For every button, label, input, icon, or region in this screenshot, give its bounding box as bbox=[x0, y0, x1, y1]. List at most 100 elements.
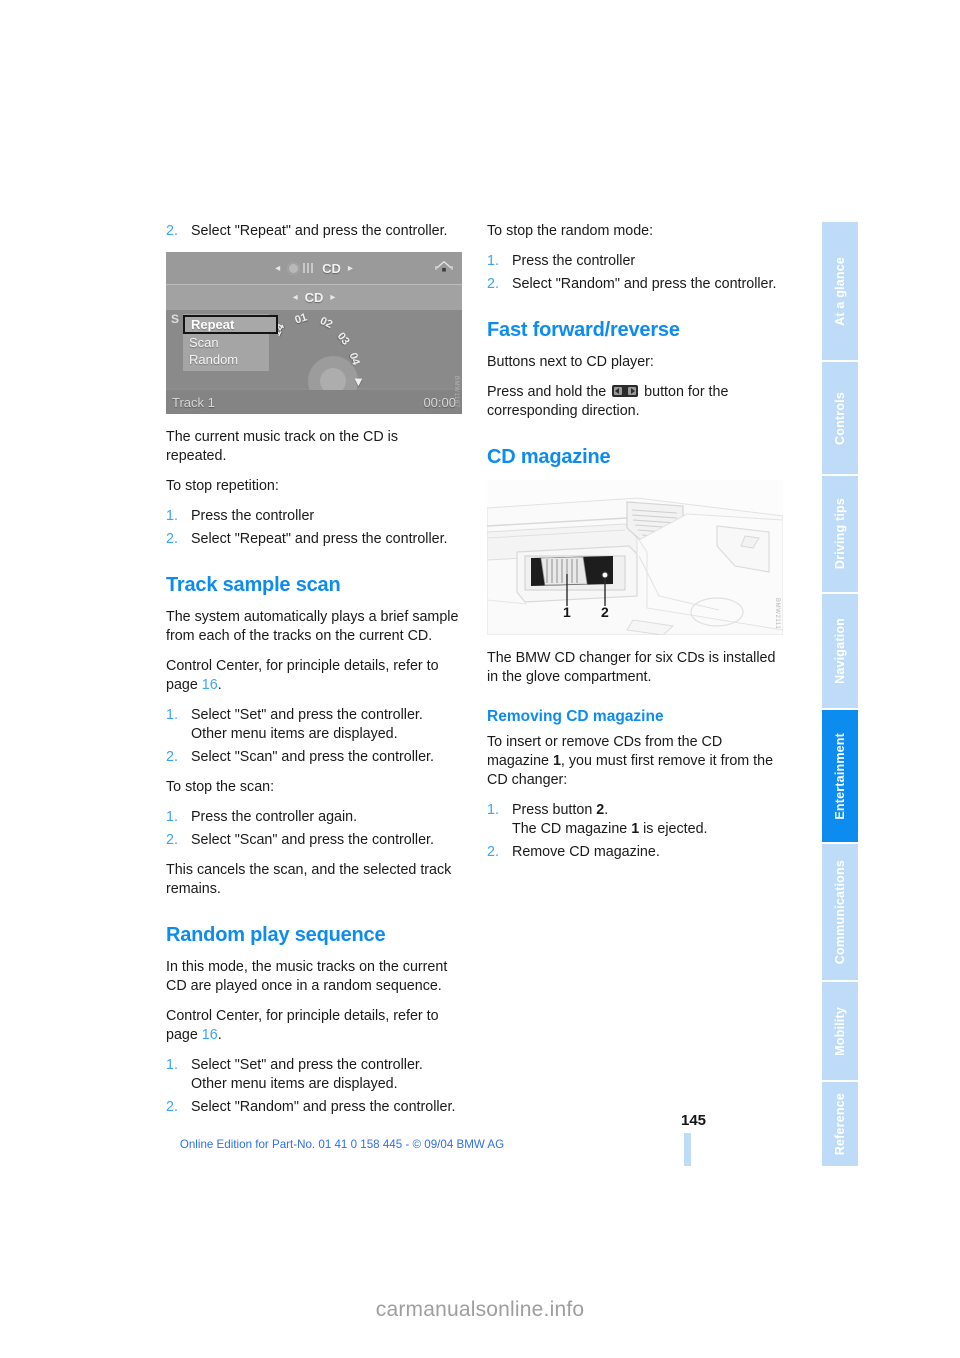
step-subtext: Other menu items are displayed. bbox=[191, 726, 398, 742]
list-item: 1. Press the controller bbox=[487, 252, 783, 271]
heading-track-sample-scan: Track sample scan bbox=[166, 574, 341, 596]
step-text: Select "Set" and press the controller. bbox=[191, 707, 423, 723]
step-number: 1. bbox=[487, 802, 499, 818]
stop-repetition-steps: 1. Press the controller 2. Select "Repea… bbox=[166, 507, 462, 549]
tab-driving-tips[interactable]: Driving tips bbox=[822, 476, 858, 592]
callout-reference: 2 bbox=[596, 802, 605, 818]
left-text-column: 2. Select "Repeat" and press the control… bbox=[166, 222, 462, 1128]
page-reference[interactable]: 16 bbox=[202, 1027, 218, 1043]
tab-mobility[interactable]: Mobility bbox=[822, 982, 858, 1080]
tab-reference[interactable]: Reference bbox=[822, 1082, 858, 1166]
step-text: Select "Scan" and press the controller. bbox=[191, 749, 435, 765]
status-track-label: Track 1 bbox=[172, 394, 215, 410]
home-icon bbox=[435, 260, 453, 272]
list-item: 2. Select "Random" and press the control… bbox=[487, 275, 783, 294]
tab-communications[interactable]: Communications bbox=[822, 844, 858, 980]
right-text-column: To stop the random mode: 1. Press the co… bbox=[487, 222, 783, 873]
figure-idrive-cd-repeat: ◂ CD ▸ ◂ CD ▸ S 14 01 02 03 04 ▼ Repeat … bbox=[166, 252, 462, 414]
text-fragment: Press and hold the bbox=[487, 384, 611, 400]
text-fragment: . bbox=[604, 802, 609, 818]
step-subtext: The CD magazine 1 is ejected. bbox=[512, 820, 783, 839]
signal-bars-icon bbox=[303, 259, 315, 277]
screen-side-letter: S bbox=[171, 312, 180, 326]
step-text: Press button bbox=[512, 802, 597, 818]
paragraph-scan-intro: The system automatically plays a brief s… bbox=[166, 609, 459, 644]
tab-label: Reference bbox=[833, 1092, 847, 1156]
screen-popup-menu: Repeat Scan Random bbox=[183, 314, 278, 371]
list-item: 1. Select "Set" and press the controller… bbox=[166, 706, 462, 744]
track-dial-graphic: 14 01 02 03 04 ▼ bbox=[271, 308, 392, 406]
step-number: 2. bbox=[166, 223, 178, 239]
screen-source-label: CD bbox=[322, 260, 341, 276]
step-subtext: Other menu items are displayed. bbox=[191, 1076, 398, 1092]
paragraph-cancels-scan: This cancels the scan, and the selected … bbox=[166, 862, 452, 897]
text-fragment: The CD magazine bbox=[512, 821, 632, 837]
step-text: Select "Set" and press the controller. bbox=[191, 1057, 423, 1073]
chapter-tab-strip: At a glance Controls Driving tips Naviga… bbox=[822, 222, 858, 1166]
step-text: Press the controller again. bbox=[191, 809, 358, 825]
list-item: 1. Press the controller bbox=[166, 507, 462, 526]
step-text: Select "Random" and press the controller… bbox=[512, 276, 777, 292]
heading-random-play-sequence: Random play sequence bbox=[166, 924, 386, 946]
chevron-right-icon: ▸ bbox=[330, 292, 336, 303]
list-item: 2. Remove CD magazine. bbox=[487, 843, 783, 862]
site-watermark: carmanualsonline.info bbox=[375, 1298, 585, 1321]
stop-scan-steps: 1. Press the controller again. 2. Select… bbox=[166, 808, 462, 850]
step-text: Select "Scan" and press the controller. bbox=[191, 832, 435, 848]
figure-picture-code: BMW2111 bbox=[774, 597, 780, 629]
tab-label: Mobility bbox=[833, 1006, 847, 1056]
step-number: 2. bbox=[166, 749, 178, 765]
tab-navigation[interactable]: Navigation bbox=[822, 594, 858, 708]
manual-page: At a glance Controls Driving tips Naviga… bbox=[0, 0, 960, 1358]
step-number: 2. bbox=[166, 531, 178, 547]
repeat-continued-steps: 2. Select "Repeat" and press the control… bbox=[166, 222, 462, 241]
menu-item-random: Random bbox=[189, 352, 239, 367]
tab-label: Entertainment bbox=[833, 732, 847, 820]
step-number: 1. bbox=[166, 508, 178, 524]
paragraph-repeated: The current music track on the CD is rep… bbox=[166, 429, 399, 464]
step-number: 1. bbox=[166, 1057, 178, 1073]
step-number: 2. bbox=[166, 832, 178, 848]
step-text: Press the controller bbox=[512, 253, 636, 269]
screen-status-bar: Track 1 00:00 bbox=[166, 390, 462, 414]
tab-label: Driving tips bbox=[833, 498, 847, 570]
fast-forward-reverse-button-icon bbox=[612, 385, 639, 397]
heading-fast-forward-reverse: Fast forward/reverse bbox=[487, 319, 680, 341]
paragraph-scan-control-center: Control Center, for principle details, r… bbox=[166, 657, 462, 695]
tab-at-a-glance[interactable]: At a glance bbox=[822, 222, 858, 360]
step-text: Remove CD magazine. bbox=[512, 844, 660, 860]
menu-item-scan: Scan bbox=[189, 335, 219, 350]
tab-controls[interactable]: Controls bbox=[822, 362, 858, 474]
figure-cd-changer: 1 2 BMW2111 bbox=[487, 480, 783, 635]
page-number: 145 bbox=[681, 1112, 707, 1129]
page-reference[interactable]: 16 bbox=[202, 677, 218, 693]
step-number: 1. bbox=[487, 253, 499, 269]
screen-mode-label: CD bbox=[304, 290, 324, 305]
tab-label: Navigation bbox=[833, 618, 847, 684]
dial-down-arrow-icon: ▼ bbox=[352, 374, 365, 389]
step-text: Press the controller bbox=[191, 508, 315, 524]
list-item: 2. Select "Random" and press the control… bbox=[166, 1098, 462, 1117]
tab-entertainment[interactable]: Entertainment bbox=[822, 710, 858, 842]
heading-cd-magazine: CD magazine bbox=[487, 446, 611, 468]
list-item: 1. Press the controller again. bbox=[166, 808, 462, 827]
footer-credit: Online Edition for Part-No. 01 41 0 158 … bbox=[179, 1138, 505, 1151]
menu-item-repeat: Repeat bbox=[183, 315, 278, 334]
paragraph-random-control-center: Control Center, for principle details, r… bbox=[166, 1007, 462, 1045]
list-item: 1. Press button 2. The CD magazine 1 is … bbox=[487, 801, 783, 839]
dial-track-number: 02 bbox=[318, 314, 335, 332]
removing-steps: 1. Press button 2. The CD magazine 1 is … bbox=[487, 801, 783, 862]
step-number: 1. bbox=[166, 809, 178, 825]
disc-icon bbox=[287, 261, 301, 275]
screen-header-bar: ◂ CD ▸ bbox=[166, 252, 462, 285]
paragraph-random-intro: In this mode, the music tracks on the cu… bbox=[166, 959, 448, 994]
callout-1: 1 bbox=[563, 604, 571, 620]
callout-2: 2 bbox=[601, 604, 609, 620]
text-fragment: . bbox=[217, 677, 222, 693]
idrive-screen-image: ◂ CD ▸ ◂ CD ▸ S 14 01 02 03 04 ▼ Repeat … bbox=[166, 252, 462, 414]
callout-reference: 1 bbox=[552, 753, 561, 769]
paragraph-to-stop-scan: To stop the scan: bbox=[166, 779, 275, 795]
step-text: Select "Random" and press the controller… bbox=[191, 1099, 456, 1115]
step-text: Select "Repeat" and press the controller… bbox=[191, 223, 448, 239]
dial-track-number: 04 bbox=[346, 351, 362, 367]
